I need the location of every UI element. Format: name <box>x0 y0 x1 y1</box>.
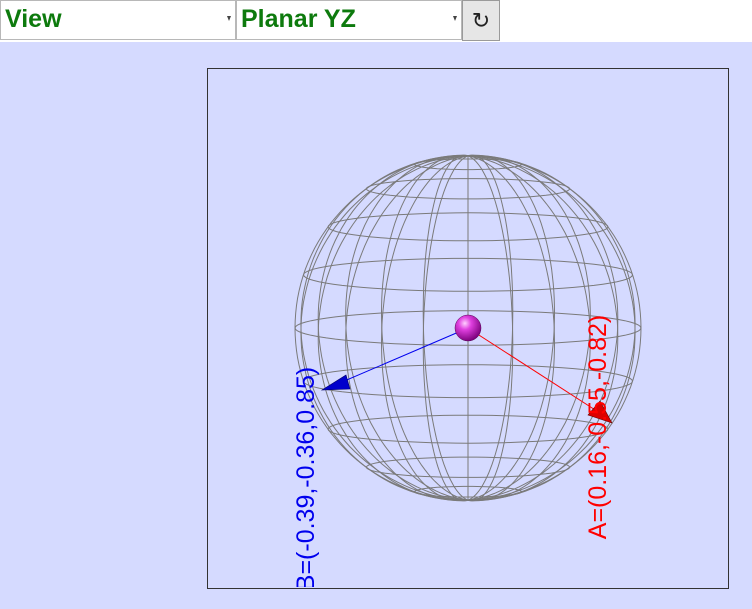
sphere-meridian <box>467 155 591 501</box>
chevron-down-icon <box>453 16 457 21</box>
sphere-meridian <box>317 155 469 501</box>
view-select[interactable]: View <box>0 0 236 40</box>
toolbar: View Planar YZ ↻ <box>0 0 752 42</box>
vector-a-label: A=(0.16,-0.55,-0.82) <box>584 315 612 539</box>
sphere-meridian <box>300 155 469 501</box>
sphere-meridian <box>317 155 469 501</box>
bloch-sphere-canvas[interactable]: B=(-0.39,-0.36,0.85) A=(0.16,-0.55,-0.82… <box>207 68 729 589</box>
mode-select-label: Planar YZ <box>241 5 356 33</box>
view-select-label: View <box>5 5 62 33</box>
sphere-meridian <box>345 155 469 501</box>
sphere-meridian <box>467 155 591 501</box>
vector-b-arrowhead <box>320 374 351 391</box>
vector-b-label: B=(-0.39,-0.36,0.85) <box>292 367 320 587</box>
reset-button[interactable]: ↻ <box>462 0 500 41</box>
sphere-meridian <box>300 155 469 501</box>
origin-ball <box>454 314 482 342</box>
refresh-icon: ↻ <box>471 9 491 34</box>
chevron-down-icon <box>227 16 231 21</box>
mode-select[interactable]: Planar YZ <box>236 0 462 40</box>
vector-b-line <box>334 327 469 386</box>
sphere-meridian <box>345 155 469 501</box>
bloch-sphere-svg: B=(-0.39,-0.36,0.85) A=(0.16,-0.55,-0.82… <box>292 154 642 587</box>
